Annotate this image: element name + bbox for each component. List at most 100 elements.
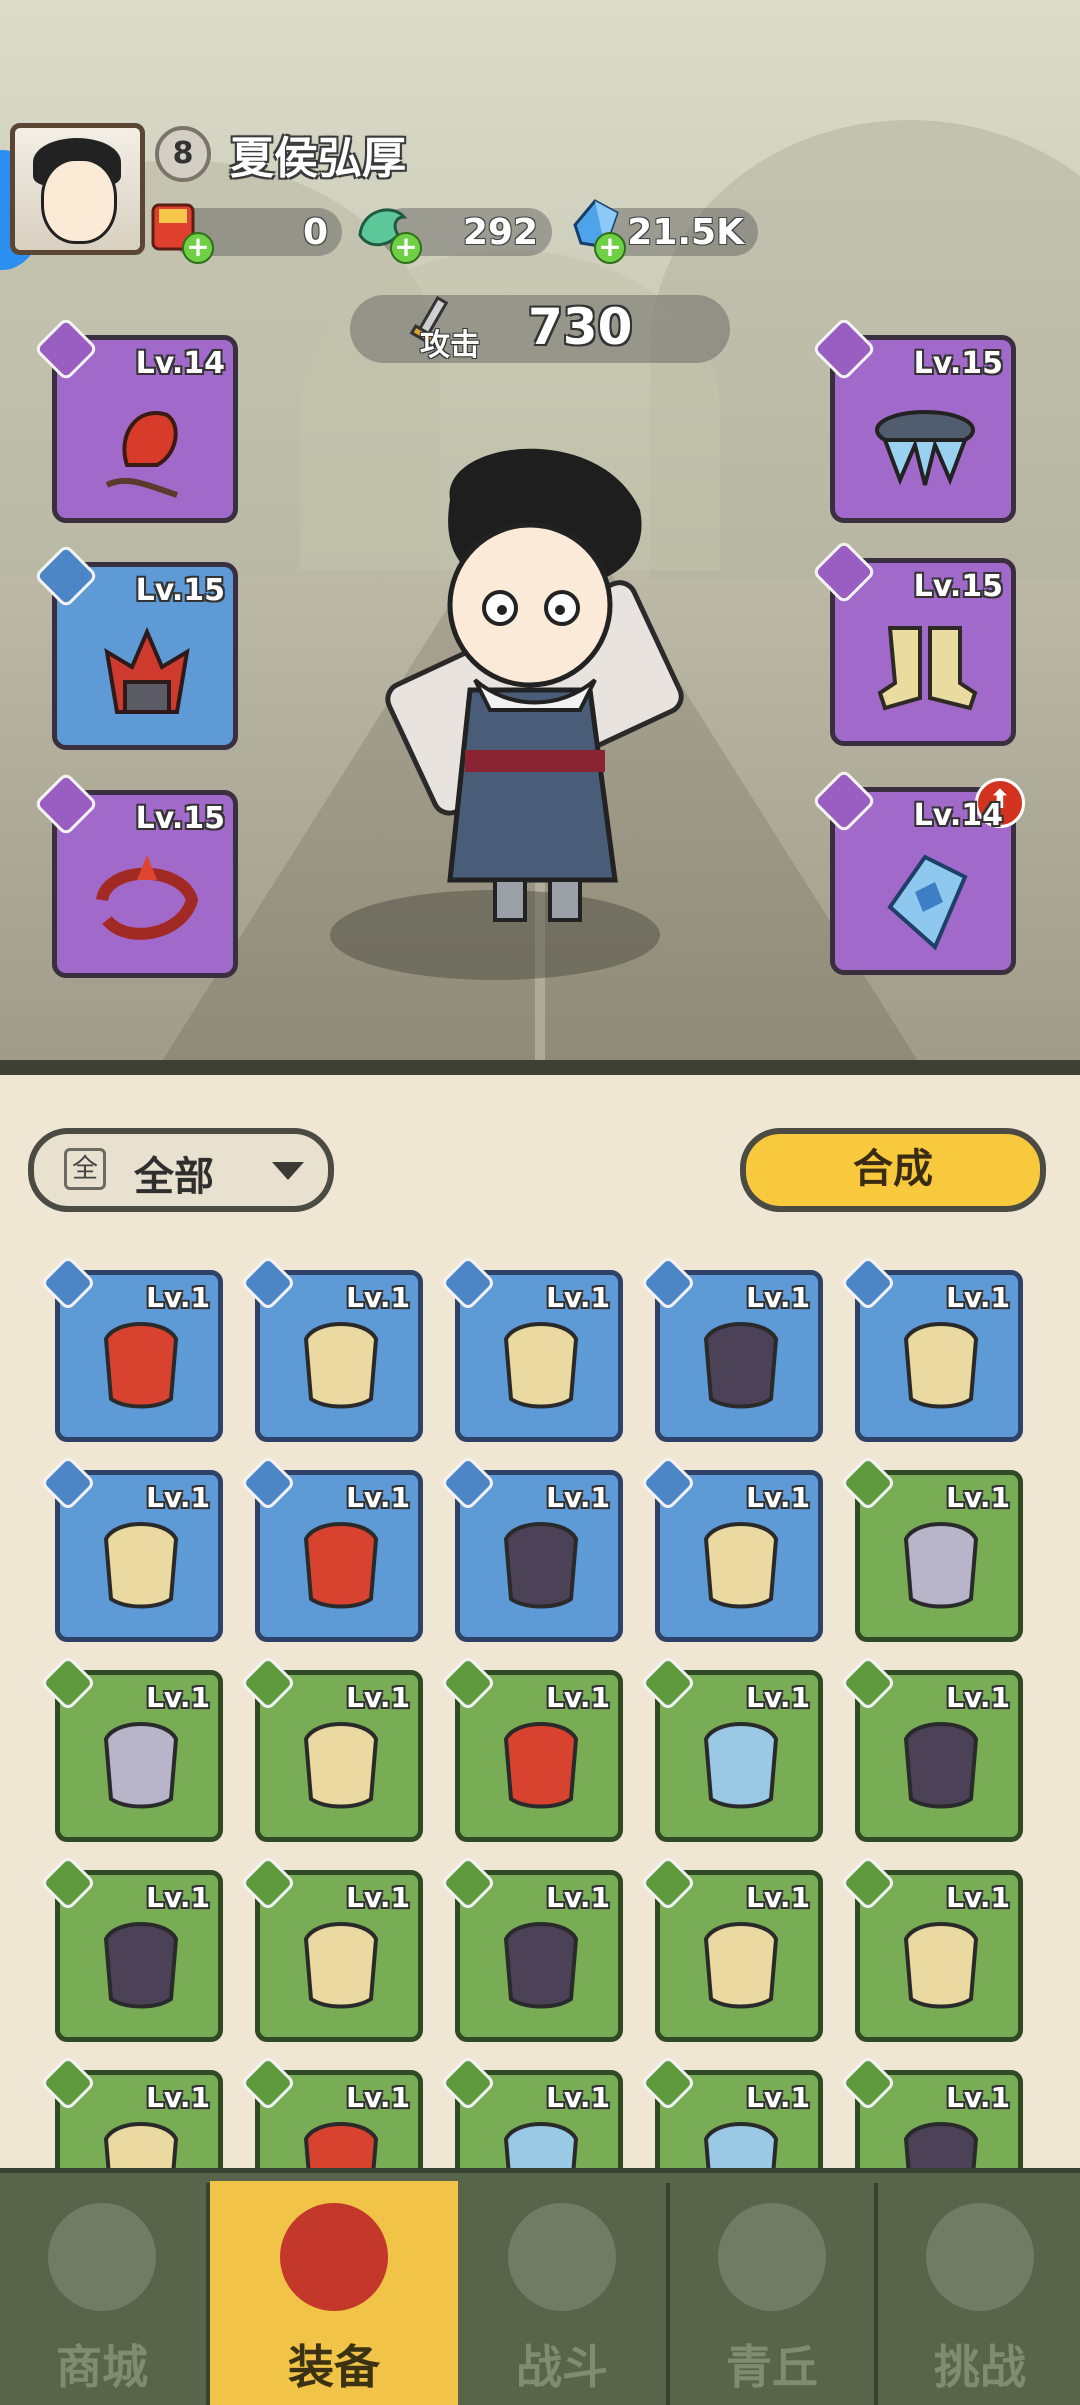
resource-value: 292: [462, 212, 538, 253]
inventory-item[interactable]: Lv.1: [439, 1454, 623, 1642]
nav-label: 挑战: [934, 2340, 1026, 2394]
inventory-item[interactable]: Lv.1: [39, 2054, 223, 2170]
inventory-item[interactable]: Lv.1: [439, 1254, 623, 1442]
golden-armor-icon: [303, 1922, 379, 2009]
item-level: Lv.14: [913, 798, 1003, 833]
item-level: Lv.15: [913, 346, 1003, 381]
slot-type-icon: [439, 1854, 497, 1912]
inventory-item[interactable]: Lv.1: [839, 2054, 1023, 2170]
item-level: Lv.15: [135, 573, 225, 608]
equipped-boots-slot[interactable]: Lv.15: [811, 539, 1016, 746]
add-crystal-button[interactable]: +: [594, 232, 626, 264]
crystal-pendant-icon: [887, 854, 968, 951]
slot-type-icon: [239, 2054, 297, 2112]
slot-type-icon: [639, 2054, 697, 2112]
slot-type-icon: [39, 2054, 97, 2112]
ivory-ring-icon: [103, 2122, 179, 2170]
inventory-item[interactable]: Lv.1: [839, 1454, 1023, 1642]
stone-hammer-icon: [103, 1722, 179, 1809]
shadow-belt-icon: [903, 2122, 979, 2170]
inventory-item[interactable]: Lv.1: [39, 1254, 223, 1442]
equipped-ring-slot[interactable]: Lv.15: [33, 771, 238, 978]
attack-value: 730: [528, 298, 633, 356]
inventory-item[interactable]: Lv.1: [439, 2054, 623, 2170]
filter-all-icon: 全: [64, 1148, 106, 1190]
slot-type-icon: [439, 1654, 497, 1712]
inventory-item[interactable]: Lv.1: [439, 1854, 623, 2042]
category-filter-dropdown[interactable]: 全 全部: [28, 1128, 334, 1212]
shadow-boots-icon: [703, 1322, 779, 1409]
slot-type-icon: [639, 1854, 697, 1912]
stone-hammer-icon: [903, 1522, 979, 1609]
inventory-item[interactable]: Lv.1: [239, 1254, 423, 1442]
filter-label: 全部: [134, 1154, 214, 1200]
golden-boots-icon: [903, 1322, 979, 1409]
inventory-item[interactable]: Lv.1: [639, 1854, 823, 2042]
flame-belt-icon: [303, 2122, 379, 2170]
inventory-item[interactable]: Lv.1: [239, 1854, 423, 2042]
inventory-item[interactable]: Lv.1: [639, 1654, 823, 1842]
frost-belt-icon: [875, 410, 975, 486]
inventory-item[interactable]: Lv.1: [239, 1654, 423, 1842]
equipped-necklace-slot[interactable]: ⬆ Lv.14: [811, 768, 1025, 975]
frost-belt-icon: [703, 2122, 779, 2170]
slot-type-icon: [839, 1454, 897, 1512]
inventory-item[interactable]: Lv.1: [839, 1854, 1023, 2042]
attack-label: 攻击: [420, 328, 480, 363]
nav-shop[interactable]: 商城: [0, 2181, 204, 2405]
inventory-item[interactable]: Lv.1: [39, 1854, 223, 2042]
golden-boots-icon: [103, 1522, 179, 1609]
inventory-item[interactable]: Lv.1: [639, 1254, 823, 1442]
resource-value: 0: [302, 212, 328, 253]
item-level: Lv.15: [135, 801, 225, 836]
slot-type-icon: [639, 1254, 697, 1312]
inventory-item[interactable]: Lv.1: [39, 1454, 223, 1642]
slot-type-icon: [39, 1654, 97, 1712]
nav-equipment[interactable]: 装备: [210, 2181, 458, 2405]
equipment-icon: [280, 2203, 388, 2311]
inventory-item[interactable]: Lv.1: [239, 1454, 423, 1642]
nav-challenge[interactable]: 挑战: [878, 2181, 1080, 2405]
slot-type-icon: [239, 1654, 297, 1712]
inventory-item[interactable]: Lv.1: [239, 2054, 423, 2170]
add-red-envelope-button[interactable]: +: [182, 232, 214, 264]
golden-armor-icon: [503, 1322, 579, 1409]
player-avatar[interactable]: [10, 123, 145, 255]
slot-type-icon: [239, 1854, 297, 1912]
equipped-belt-slot[interactable]: Lv.15: [811, 316, 1016, 523]
merge-button[interactable]: 合成: [740, 1128, 1046, 1212]
golden-boots-icon: [877, 626, 978, 711]
flame-whip-icon: [103, 1322, 179, 1409]
fang-necklace-icon: [703, 1522, 779, 1609]
shadow-armor-icon: [103, 1922, 179, 2009]
slot-type-icon: [839, 1854, 897, 1912]
inventory-item[interactable]: Lv.1: [639, 2054, 823, 2170]
inventory-item[interactable]: Lv.1: [439, 1654, 623, 1842]
equipped-weapon-slot[interactable]: Lv.14: [33, 316, 238, 523]
frost-belt-icon: [503, 2122, 579, 2170]
add-jade-button[interactable]: +: [390, 232, 422, 264]
golden-armor-icon: [303, 1322, 379, 1409]
item-level: Lv.15: [913, 569, 1003, 604]
inventory-item[interactable]: Lv.1: [839, 1254, 1023, 1442]
nav-qingqiu[interactable]: 青丘: [670, 2181, 874, 2405]
slot-type-icon: [439, 2054, 497, 2112]
crimson-ring-icon: [96, 855, 199, 940]
equipped-helmet-slot[interactable]: Lv.15: [33, 543, 238, 750]
resource-value: 21.5K: [627, 212, 744, 253]
slot-type-icon: [39, 1454, 97, 1512]
chevron-down-icon: [272, 1162, 304, 1180]
player-name: 夏侯弘厚: [230, 133, 406, 184]
ivory-ring-icon: [903, 1922, 979, 2009]
demon-helmet-icon: [503, 1722, 579, 1809]
slot-type-icon: [839, 1654, 897, 1712]
inventory-item[interactable]: Lv.1: [639, 1454, 823, 1642]
slot-type-icon: [639, 1654, 697, 1712]
inventory-item[interactable]: Lv.1: [839, 1654, 1023, 1842]
nav-label: 装备: [288, 2340, 380, 2394]
crossed-swords-icon: [508, 2203, 616, 2311]
nav-label: 商城: [56, 2340, 148, 2394]
nav-battle[interactable]: 战斗: [460, 2181, 664, 2405]
nav-label: 战斗: [516, 2340, 608, 2394]
inventory-item[interactable]: Lv.1: [39, 1654, 223, 1842]
